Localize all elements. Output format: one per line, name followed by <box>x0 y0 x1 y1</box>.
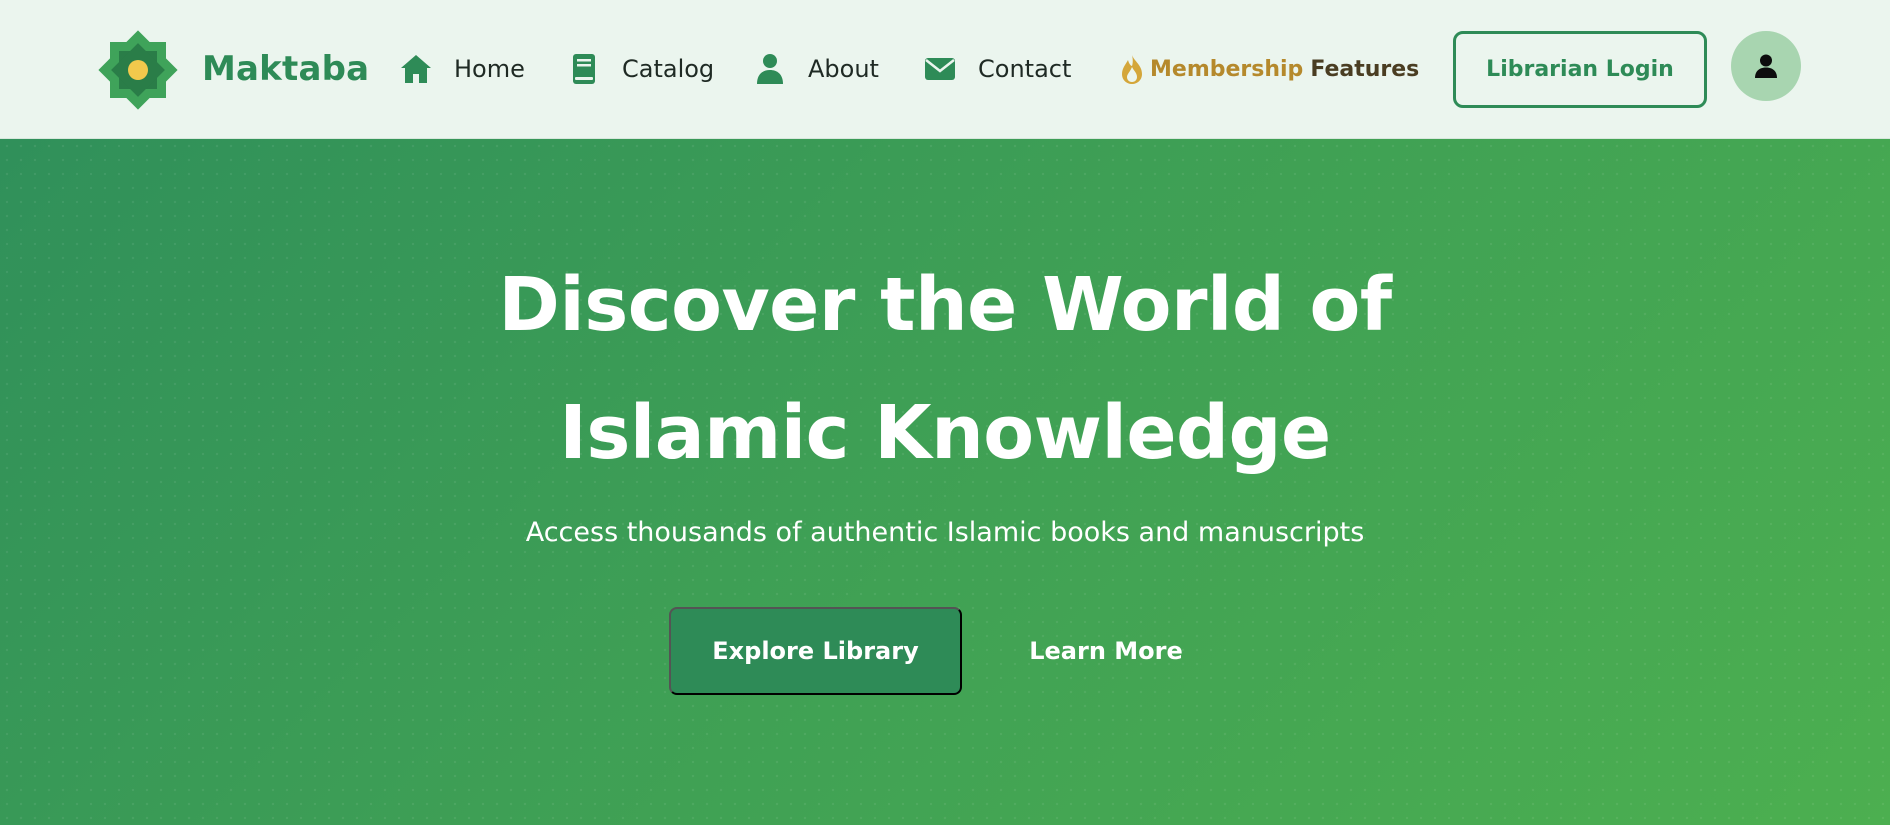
home-icon <box>401 55 431 83</box>
nav-about-label: About <box>808 55 879 83</box>
hero-title-line-1: Discover the World of <box>498 262 1392 348</box>
hero-title: Discover the World of Islamic Knowledge <box>0 241 1890 497</box>
top-navbar: Maktaba Home Catalog About Contact Membe… <box>0 0 1890 139</box>
nav-catalog-label: Catalog <box>622 55 715 83</box>
eight-point-star-logo-icon <box>98 30 178 110</box>
nav-contact[interactable]: Contact <box>922 50 1071 88</box>
nav-catalog[interactable]: Catalog <box>566 50 714 88</box>
nav-about[interactable]: About <box>752 50 879 88</box>
hero-subtitle: Access thousands of authentic Islamic bo… <box>525 517 1365 548</box>
avatar-button[interactable] <box>1731 31 1801 101</box>
features-label: Features <box>1310 56 1420 82</box>
brand-name: Maktaba <box>202 49 370 89</box>
hero-title-line-2: Islamic Knowledge <box>559 390 1331 476</box>
brand[interactable]: Maktaba <box>96 28 369 112</box>
user-icon <box>757 54 783 84</box>
nav-home-label: Home <box>454 55 525 83</box>
nav-contact-label: Contact <box>978 55 1072 83</box>
membership-label: Membership <box>1150 56 1304 82</box>
user-avatar-icon <box>1755 54 1777 78</box>
hero-section: Discover the World of Islamic Knowledge … <box>0 139 1890 825</box>
envelope-icon <box>925 58 955 80</box>
explore-library-button[interactable]: Explore Library <box>669 607 962 695</box>
librarian-login-button[interactable]: Librarian Login <box>1453 31 1707 108</box>
flame-icon <box>1122 55 1142 84</box>
book-icon <box>573 54 595 84</box>
nav-membership-features[interactable]: Membership Features <box>1118 50 1419 88</box>
nav-home[interactable]: Home <box>398 50 525 88</box>
learn-more-link[interactable]: Learn More <box>1000 607 1212 695</box>
